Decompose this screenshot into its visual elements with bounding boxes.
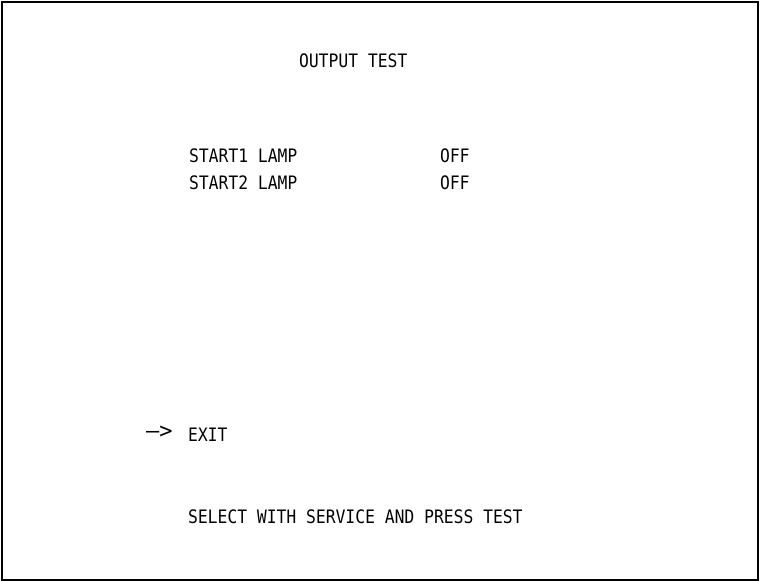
test-menu-frame <box>1 1 759 581</box>
menu-item-start1-lamp[interactable]: START1 LAMP <box>189 145 297 167</box>
instruction-text: SELECT WITH SERVICE AND PRESS TEST <box>188 506 523 528</box>
start2-lamp-status: OFF <box>440 172 470 194</box>
page-title: OUTPUT TEST <box>299 50 408 72</box>
menu-item-exit[interactable]: EXIT <box>188 424 227 446</box>
start1-lamp-status: OFF <box>440 145 470 167</box>
menu-item-start2-lamp[interactable]: START2 LAMP <box>189 172 297 194</box>
selection-cursor-arrow-icon: —> <box>146 419 173 444</box>
